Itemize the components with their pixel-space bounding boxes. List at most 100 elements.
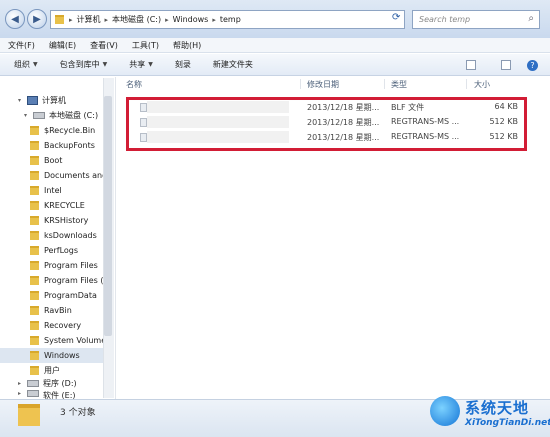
expand-arrow-icon: ▾ — [18, 97, 22, 104]
nav-folder-label: KRSHistory — [44, 216, 89, 225]
folder-icon — [30, 126, 39, 135]
nav-folder-item[interactable]: Windows — [0, 348, 103, 363]
folder-icon — [30, 201, 39, 210]
nav-folder-label: ProgramData — [44, 291, 97, 300]
nav-folder-label: BackupFonts — [44, 141, 95, 150]
breadcrumb-computer[interactable]: 计算机 — [77, 14, 101, 25]
breadcrumb-local-disk[interactable]: 本地磁盘 (C:) — [112, 14, 161, 25]
forward-button[interactable]: ▶ — [27, 9, 47, 29]
chevron-down-icon: ▼ — [102, 61, 108, 68]
menu-tools[interactable]: 工具(T) — [132, 40, 159, 51]
back-arrow-icon: ◀ — [11, 13, 19, 25]
column-header-size[interactable]: 大小 — [474, 79, 490, 90]
menu-edit[interactable]: 编辑(E) — [49, 40, 76, 51]
folder-icon — [30, 366, 39, 375]
nav-folder-item[interactable]: Recovery — [0, 318, 103, 333]
nav-folder-label: Recovery — [44, 321, 82, 330]
help-icon[interactable]: ? — [527, 60, 538, 71]
search-input[interactable]: Search temp ⌕ — [412, 10, 540, 29]
new-folder-button[interactable]: 新建文件夹 — [213, 59, 253, 70]
menu-help[interactable]: 帮助(H) — [173, 40, 201, 51]
nav-item-label: 程序 (D:) — [43, 379, 77, 388]
nav-folder-label: PerfLogs — [44, 246, 79, 255]
folder-icon — [30, 351, 39, 360]
breadcrumb-temp[interactable]: temp — [220, 15, 241, 24]
drive-icon — [27, 390, 39, 397]
nav-scrollbar-thumb[interactable] — [104, 96, 112, 336]
nav-folder-item[interactable]: KRECYCLE — [0, 198, 103, 213]
share-button[interactable]: 共享 ▼ — [129, 59, 153, 70]
drive-icon — [27, 380, 39, 387]
folder-icon — [30, 216, 39, 225]
back-button[interactable]: ◀ — [5, 9, 25, 29]
menu-file[interactable]: 文件(F) — [8, 40, 35, 51]
column-header-name[interactable]: 名称 — [126, 79, 142, 90]
nav-folder-label: 用户 — [44, 366, 60, 375]
nav-folder-label: Program Files — [44, 261, 98, 270]
nav-item-label: 软件 (E:) — [43, 391, 76, 399]
nav-item-label: 计算机 — [42, 96, 66, 105]
menu-view[interactable]: 查看(V) — [90, 40, 118, 51]
folder-icon — [30, 291, 39, 300]
nav-folder-item[interactable]: Program Files — [0, 258, 103, 273]
forward-arrow-icon: ▶ — [33, 13, 41, 25]
column-divider[interactable] — [300, 79, 301, 89]
folder-icon — [30, 231, 39, 240]
nav-item-label: 本地磁盘 (C:) — [49, 111, 99, 120]
nav-folder-item[interactable]: ksDownloads — [0, 228, 103, 243]
folder-icon — [30, 276, 39, 285]
view-options-icon[interactable] — [466, 60, 476, 70]
share-label: 共享 — [129, 60, 146, 69]
folder-icon — [30, 171, 39, 180]
folder-icon — [30, 186, 39, 195]
breadcrumb-separator: ▸ — [69, 15, 73, 24]
nav-folder-label: $Recycle.Bin — [44, 126, 96, 135]
nav-folder-item[interactable]: Documents and — [0, 168, 103, 183]
folder-icon — [30, 156, 39, 165]
nav-folder-label: System Volume — [44, 336, 103, 345]
nav-folder-item[interactable]: ProgramData — [0, 288, 103, 303]
include-library-button[interactable]: 包含到库中 ▼ — [60, 59, 108, 70]
chevron-down-icon: ▼ — [33, 61, 38, 68]
breadcrumb-separator: ▸ — [104, 15, 109, 24]
drive-icon — [33, 112, 45, 119]
column-divider[interactable] — [384, 79, 385, 89]
nav-folder-item[interactable]: Boot — [0, 153, 103, 168]
column-header-type[interactable]: 类型 — [391, 79, 407, 90]
nav-folder-label: Program Files ( — [44, 276, 103, 285]
nav-folder-item[interactable]: PerfLogs — [0, 243, 103, 258]
folder-icon — [55, 15, 64, 24]
watermark-title: 系统天地 — [465, 399, 530, 417]
column-divider[interactable] — [466, 79, 467, 89]
nav-folder-label: Documents and — [44, 171, 103, 180]
folder-icon — [30, 336, 39, 345]
breadcrumb-windows[interactable]: Windows — [173, 15, 209, 24]
chevron-down-icon: ▼ — [148, 61, 153, 68]
nav-folder-label: ksDownloads — [44, 231, 97, 240]
nav-folder-item[interactable]: Program Files ( — [0, 273, 103, 288]
burn-button[interactable]: 刻录 — [175, 59, 191, 70]
nav-folder-item[interactable]: KRSHistory — [0, 213, 103, 228]
nav-folder-label: Windows — [44, 351, 80, 360]
folder-icon — [30, 141, 39, 150]
column-header-modified[interactable]: 修改日期 — [307, 79, 339, 90]
expand-arrow-icon: ▸ — [18, 380, 22, 387]
nav-folder-label: RavBin — [44, 306, 72, 315]
address-bar[interactable]: ▸ 计算机 ▸ 本地磁盘 (C:) ▸ Windows ▸ temp — [50, 10, 405, 29]
preview-pane-icon[interactable] — [501, 60, 511, 70]
organize-button[interactable]: 组织 ▼ — [14, 59, 38, 70]
expand-arrow-icon: ▸ — [18, 390, 22, 397]
nav-folder-item[interactable]: $Recycle.Bin — [0, 123, 103, 138]
watermark-logo-icon — [430, 396, 460, 426]
folder-icon — [18, 404, 40, 426]
nav-folder-item[interactable]: Intel — [0, 183, 103, 198]
computer-icon — [27, 96, 38, 105]
nav-folder-item[interactable]: RavBin — [0, 303, 103, 318]
folder-icon — [30, 321, 39, 330]
refresh-icon[interactable]: ⟳ — [392, 12, 400, 23]
burn-label: 刻录 — [174, 60, 191, 69]
nav-folder-item[interactable]: System Volume — [0, 333, 103, 348]
nav-folder-label: Intel — [44, 186, 62, 195]
nav-folder-item[interactable]: BackupFonts — [0, 138, 103, 153]
breadcrumb-separator: ▸ — [212, 15, 216, 24]
